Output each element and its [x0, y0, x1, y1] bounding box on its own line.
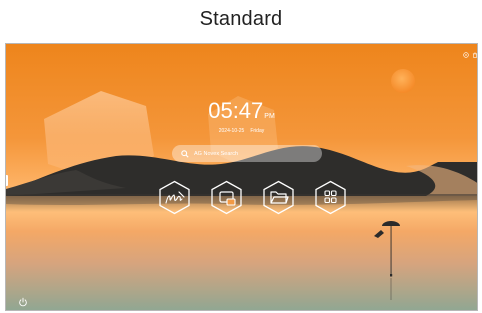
app-drawer-button[interactable]	[314, 180, 347, 215]
search-bar[interactable]	[172, 145, 322, 162]
clock-ampm: PM	[264, 113, 275, 120]
date-line: 2024-10-25 Friday	[6, 128, 477, 134]
network-icon[interactable]	[463, 52, 469, 58]
folder-icon	[270, 191, 289, 204]
trash-icon[interactable]	[472, 52, 478, 58]
pen-scribble-icon	[165, 194, 183, 204]
clock-weekday: Friday	[250, 128, 265, 134]
whiteboard-app-button[interactable]	[158, 180, 191, 215]
launcher-screen: 05:47PM 2024-10-25 Friday	[5, 43, 478, 311]
clock: 05:47PM	[6, 99, 477, 129]
clock-date: 2024-10-25	[218, 128, 245, 134]
apps-grid-icon	[324, 190, 337, 204]
screen-share-app-button[interactable]	[210, 180, 243, 215]
files-app-button[interactable]	[262, 180, 295, 215]
clock-time: 05:47	[208, 98, 264, 123]
cast-screen-icon	[219, 191, 236, 206]
page-heading: Standard	[199, 8, 283, 30]
search-input[interactable]	[194, 150, 314, 157]
search-icon	[181, 149, 190, 158]
wallpaper	[6, 44, 477, 310]
power-icon[interactable]	[18, 297, 28, 307]
side-toolbar-handle[interactable]	[6, 175, 8, 186]
